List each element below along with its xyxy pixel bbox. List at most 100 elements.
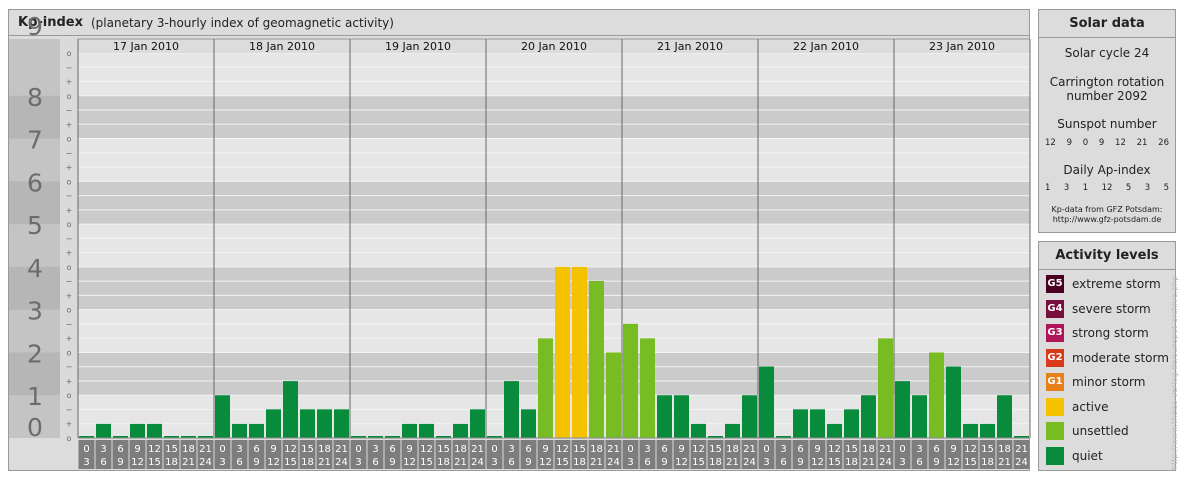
hour-end: 3 (355, 457, 361, 468)
kp-bar (912, 395, 927, 438)
y-minor-label: − (66, 363, 73, 372)
kp-bar (946, 366, 961, 438)
hour-end: 12 (811, 457, 824, 468)
hour-start: 18 (998, 444, 1011, 455)
kp-bar (725, 423, 740, 438)
hour-start: 21 (471, 444, 484, 455)
hour-start: 12 (284, 444, 297, 455)
level-label: strong storm (1072, 326, 1149, 340)
level-label: moderate storm (1072, 350, 1169, 365)
kp-bar (674, 395, 689, 438)
hour-start: 21 (199, 444, 212, 455)
hour-start: 15 (165, 444, 178, 455)
hour-end: 12 (403, 457, 416, 468)
y-tick-label: 6 (27, 168, 43, 197)
kp-bar (980, 423, 995, 438)
kp-bar (606, 352, 621, 438)
hour-start: 18 (182, 444, 195, 455)
carrington-line-1: Carrington rotation (1049, 75, 1165, 89)
hour-start: 0 (627, 444, 633, 455)
sunspot-value-6: 26 (1158, 138, 1169, 148)
credit-line-1: Kp-data from GFZ Potsdam: (1051, 205, 1163, 214)
hour-start: 12 (556, 444, 569, 455)
hour-start: 3 (508, 444, 514, 455)
kp-bar (589, 281, 604, 438)
hour-end: 15 (148, 457, 161, 468)
level-swatch: G3 (1046, 324, 1064, 342)
kp-bar (759, 366, 774, 438)
hour-start: 18 (590, 444, 603, 455)
y-minor-label: o (67, 434, 72, 443)
hour-end: 18 (437, 457, 450, 468)
hour-end: 18 (165, 457, 178, 468)
ap-value-3: 12 (1101, 183, 1113, 193)
kp-bar (878, 338, 893, 438)
y-minor-label: o (67, 306, 72, 315)
kp-bar (623, 323, 638, 438)
hour-end: 3 (491, 457, 497, 468)
sunspot-value-4: 12 (1115, 138, 1126, 148)
y-tick-label: 2 (27, 339, 43, 368)
hour-end: 24 (879, 457, 892, 468)
y-minor-label: + (66, 377, 73, 386)
kp-bar (232, 423, 247, 438)
hour-end: 21 (862, 457, 875, 468)
hour-start: 9 (406, 444, 412, 455)
kp-bar (844, 409, 859, 438)
credit-link[interactable]: http://www.gfz-potsdam.de (1039, 215, 1175, 225)
day-label: 20 Jan 2010 (521, 40, 587, 53)
level-swatch: G4 (1046, 299, 1064, 318)
kp-bar (810, 409, 825, 438)
day-label: 22 Jan 2010 (793, 40, 859, 53)
kp-bar (300, 409, 315, 438)
y-minor-label: + (66, 420, 73, 429)
hour-start: 21 (1015, 444, 1028, 455)
kp-bar-chart: 0123456789o+−o+−o+−o+−o+−o+−o+−o+−o+−o17… (9, 12, 1031, 469)
hour-end: 15 (692, 457, 705, 468)
solar-data-heading: Solar data (1039, 10, 1175, 38)
hour-end: 3 (627, 457, 633, 468)
hour-end: 6 (644, 457, 650, 468)
hour-end: 6 (372, 457, 378, 468)
hour-start: 21 (335, 444, 348, 455)
ap-value-0: 1 (1045, 183, 1051, 193)
hour-start: 3 (644, 444, 650, 455)
hour-start: 3 (916, 444, 922, 455)
kp-bar (453, 423, 468, 438)
hour-start: 9 (270, 444, 276, 455)
hour-end: 12 (675, 457, 688, 468)
hour-start: 18 (726, 444, 739, 455)
y-tick-label: 4 (27, 254, 43, 283)
activity-levels-panel: Activity levels G5 extreme storm G4 severe … (1038, 241, 1176, 471)
kp-bar (538, 338, 553, 438)
level-swatch: G2 (1046, 348, 1064, 367)
hour-start: 9 (134, 444, 140, 455)
hour-end: 21 (998, 457, 1011, 468)
hour-end: 6 (100, 457, 106, 468)
level-label: severe storm (1072, 301, 1151, 316)
hour-start: 12 (828, 444, 841, 455)
hour-end: 12 (539, 457, 552, 468)
y-tick-label: 0 (27, 413, 43, 442)
ap-index-label: Daily Ap-index (1063, 163, 1151, 177)
hour-start: 21 (879, 444, 892, 455)
hour-start: 3 (780, 444, 786, 455)
hour-end: 24 (743, 457, 756, 468)
kp-bar (317, 409, 332, 438)
level-swatch (1046, 397, 1064, 416)
hour-end: 18 (573, 457, 586, 468)
kp-bar (334, 409, 349, 438)
level-label: active (1072, 399, 1109, 414)
y-tick-label: 5 (27, 211, 43, 240)
y-tick-label: 3 (27, 297, 43, 326)
hour-end: 21 (726, 457, 739, 468)
day-label: 21 Jan 2010 (657, 40, 723, 53)
sunspot-label: Sunspot number (1057, 117, 1157, 131)
kp-bar (130, 423, 145, 438)
hour-end: 15 (828, 457, 841, 468)
hour-start: 18 (862, 444, 875, 455)
hour-end: 9 (525, 457, 531, 468)
kp-bar (283, 381, 298, 438)
y-tick-label: 7 (27, 126, 43, 155)
hour-end: 6 (236, 457, 242, 468)
